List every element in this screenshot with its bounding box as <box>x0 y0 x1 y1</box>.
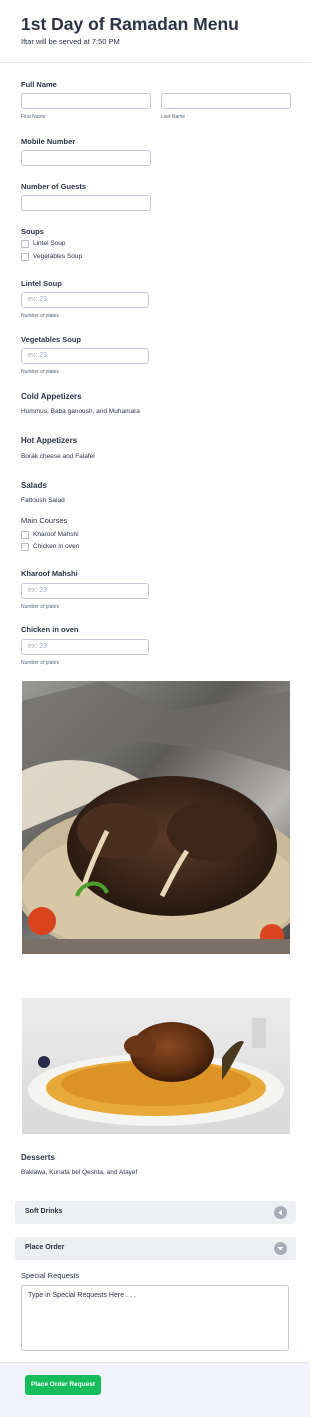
place-order-title: Place Order <box>25 1244 65 1251</box>
chicken-label: Chicken in oven <box>21 625 79 634</box>
kharoof-placeholder: ex: 23 <box>28 587 48 594</box>
hot-appetizers-text: Borak cheese and Falafel <box>21 453 95 460</box>
full-name-label: Full Name <box>21 80 57 89</box>
chicken-sublabel: Number of plates <box>21 660 60 666</box>
place-order-request-button[interactable]: Place Order Request <box>25 1375 101 1395</box>
desserts-heading: Desserts <box>21 1153 55 1162</box>
soft-drinks-title: Soft Drinks <box>25 1208 63 1215</box>
soup-option-vegetables: Vegetables Soup <box>33 253 83 260</box>
guests-input[interactable] <box>21 195 151 211</box>
chicken-input[interactable]: ex: 23 <box>21 639 149 655</box>
special-requests-placeholder: Type in Special Requests Here . . . <box>28 1292 136 1299</box>
last-name-sublabel: Last Name <box>161 114 186 120</box>
special-requests-label: Special Requests <box>21 1271 80 1280</box>
kharoof-sublabel: Number of plates <box>21 604 60 610</box>
last-name-input[interactable] <box>161 93 291 109</box>
place-order-section-toggle[interactable]: Place Order <box>15 1237 296 1260</box>
kharoof-label: Kharoof Mahshi <box>21 569 78 578</box>
chevron-down-circle-icon <box>274 1242 287 1255</box>
guests-label: Number of Guests <box>21 182 87 191</box>
cold-appetizers-heading: Cold Appetizers <box>21 392 82 401</box>
kharoof-input[interactable]: ex: 23 <box>21 583 149 599</box>
mobile-input[interactable] <box>21 150 151 166</box>
soups-label: Soups <box>21 227 44 236</box>
veg-soup-placeholder: ex: 23 <box>28 352 48 359</box>
salads-text: Fattoush Salad <box>21 497 65 504</box>
special-requests-textarea[interactable]: Type in Special Requests Here . . . <box>21 1285 289 1351</box>
soup-option-lintel: Lintel Soup <box>33 240 66 247</box>
main-checkbox-chicken[interactable] <box>21 543 29 551</box>
hot-appetizers-heading: Hot Appetizers <box>21 436 78 445</box>
form-title: 1st Day of Ramadan Menu <box>21 14 239 34</box>
main-checkbox-kharoof[interactable] <box>21 531 29 539</box>
lintel-soup-label: Lintel Soup <box>21 279 62 288</box>
soft-drinks-section-toggle[interactable]: Soft Drinks <box>15 1201 296 1224</box>
header-divider <box>0 62 310 63</box>
chicken-placeholder: ex: 23 <box>28 643 48 650</box>
lintel-soup-sublabel: Number of plates <box>21 313 60 319</box>
chevron-left-circle-icon <box>274 1206 287 1219</box>
veg-soup-sublabel: Number of plates <box>21 369 60 375</box>
veg-soup-input[interactable]: ex: 23 <box>21 348 149 364</box>
chicken-in-oven-image <box>22 998 290 1134</box>
lintel-soup-placeholder: ex: 23 <box>28 296 48 303</box>
salads-heading: Salads <box>21 481 47 490</box>
desserts-text: Baklawa, Kunafa bel Qeshta, and Atayef <box>21 1169 138 1176</box>
mobile-label: Mobile Number <box>21 137 76 146</box>
soup-checkbox-lintel[interactable] <box>21 240 29 248</box>
kharoof-mahshi-image <box>22 681 290 954</box>
veg-soup-label: Vegetables Soup <box>21 335 82 344</box>
main-option-chicken: Chicken in oven <box>33 543 80 550</box>
main-courses-label: Main Courses <box>21 516 68 525</box>
first-name-input[interactable] <box>21 93 151 109</box>
form-subtitle: Iftar will be served at 7:50 PM <box>21 37 120 46</box>
soup-checkbox-vegetables[interactable] <box>21 253 29 261</box>
lintel-soup-input[interactable]: ex: 23 <box>21 292 149 308</box>
first-name-sublabel: First Name <box>21 114 46 120</box>
cold-appetizers-text: Hummus, Baba ganoush, and Muhamara <box>21 408 140 415</box>
main-option-kharoof: Kharoof Mahshi <box>33 531 79 538</box>
